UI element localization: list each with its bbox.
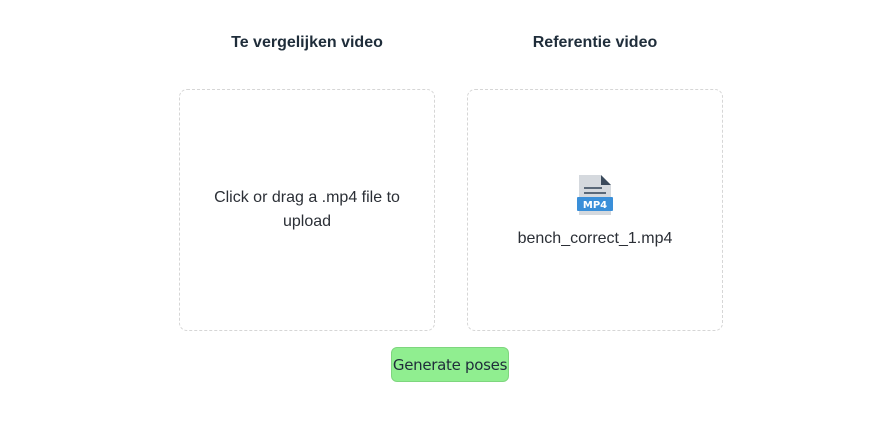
upload-prompt: Click or drag a .mp4 file to upload bbox=[214, 189, 400, 230]
generate-poses-button[interactable]: Generate poses bbox=[391, 347, 509, 382]
reference-video-title: Referentie video bbox=[532, 34, 658, 51]
reference-video-dropzone[interactable]: MP4 bench_correct_1.mp4 bbox=[467, 89, 723, 331]
compare-video-title: Te vergelijken video bbox=[231, 34, 383, 51]
uploaded-file-name: bench_correct_1.mp4 bbox=[517, 230, 673, 247]
video-compare-page: Te vergelijken video Referentie video Cl… bbox=[0, 0, 873, 440]
mp4-icon-label: MP4 bbox=[583, 200, 607, 211]
mp4-file-icon: MP4 bbox=[577, 175, 613, 215]
compare-video-dropzone[interactable]: Click or drag a .mp4 file to upload bbox=[179, 89, 435, 331]
